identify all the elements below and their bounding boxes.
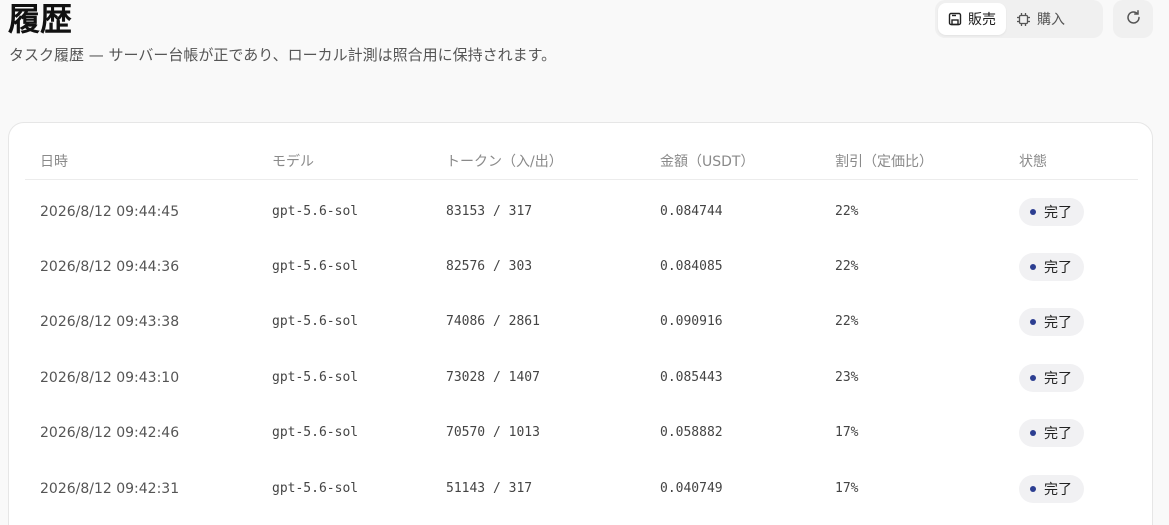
cell-status: 完了 (1019, 461, 1084, 516)
status-label: 完了 (1044, 370, 1072, 387)
cell-status: 完了 (1019, 350, 1084, 405)
cell-model: gpt-5.6-sol (272, 314, 359, 329)
status-dot (1030, 263, 1036, 270)
page-title: 履歴 (8, 0, 73, 38)
mode-toggle: 販売 購入 (935, 0, 1103, 38)
cell-discount: 22% (835, 314, 859, 329)
table-row[interactable]: 2026/8/12 09:42:46 gpt-5.6-sol 70570 / 1… (9, 405, 1154, 460)
cell-amount: 0.040749 (660, 481, 723, 496)
cell-status: 完了 (1019, 184, 1084, 239)
table-row[interactable]: 2026/8/12 09:43:10 gpt-5.6-sol 73028 / 1… (9, 350, 1154, 405)
header-date: 日時 (40, 154, 68, 170)
status-dot (1030, 374, 1036, 381)
cell-model: gpt-5.6-sol (272, 425, 359, 440)
header-discount: 割引（定価比） (835, 154, 933, 170)
cell-tokens: 82576 / 303 (446, 259, 533, 274)
cell-discount: 22% (835, 259, 859, 274)
sell-tab-label: 販売 (968, 12, 996, 28)
status-dot (1030, 429, 1036, 436)
cell-date: 2026/8/12 09:44:45 (40, 203, 180, 220)
save-icon (948, 12, 962, 26)
cell-discount: 17% (835, 425, 859, 440)
sell-tab[interactable]: 販売 (938, 3, 1006, 35)
status-label: 完了 (1044, 425, 1072, 442)
status-label: 完了 (1044, 314, 1072, 331)
status-badge: 完了 (1019, 307, 1084, 336)
cell-status: 完了 (1019, 405, 1084, 460)
status-badge: 完了 (1019, 197, 1084, 226)
history-table: 日時 モデル トークン（入/出） 金額（USDT） 割引（定価比） 状態 202… (8, 122, 1153, 525)
cell-amount: 0.084085 (660, 259, 723, 274)
cell-tokens: 51143 / 317 (446, 481, 533, 496)
cell-amount: 0.084744 (660, 204, 723, 219)
status-badge: 完了 (1019, 252, 1084, 281)
header-tokens: トークン（入/出） (446, 154, 563, 170)
cell-tokens: 83153 / 317 (446, 204, 533, 219)
cell-status: 完了 (1019, 294, 1084, 349)
page-subtitle: タスク履歴 — サーバー台帳が正であり、ローカル計測は照合用に保持されます。 (9, 46, 557, 64)
history-page: 履歴 タスク履歴 — サーバー台帳が正であり、ローカル計測は照合用に保持されます… (0, 0, 1169, 525)
header-status: 状態 (1019, 154, 1047, 170)
chip-icon (1016, 12, 1031, 27)
status-badge: 完了 (1019, 418, 1084, 447)
status-badge: 完了 (1019, 363, 1084, 392)
cell-model: gpt-5.6-sol (272, 204, 359, 219)
table-row[interactable]: 2026/8/12 09:44:45 gpt-5.6-sol 83153 / 3… (9, 184, 1154, 239)
table-row[interactable]: 2026/8/12 09:42:31 gpt-5.6-sol 51143 / 3… (9, 461, 1154, 516)
cell-amount: 0.085443 (660, 370, 723, 385)
cell-discount: 17% (835, 481, 859, 496)
cell-model: gpt-5.6-sol (272, 481, 359, 496)
status-label: 完了 (1044, 204, 1072, 221)
header-model: モデル (272, 154, 314, 170)
refresh-button[interactable] (1113, 0, 1153, 38)
status-dot (1030, 318, 1036, 325)
buy-tab[interactable]: 購入 (1006, 3, 1075, 35)
cell-model: gpt-5.6-sol (272, 259, 359, 274)
cell-amount: 0.058882 (660, 425, 723, 440)
cell-date: 2026/8/12 09:42:46 (40, 424, 180, 441)
status-label: 完了 (1044, 481, 1072, 498)
cell-date: 2026/8/12 09:42:31 (40, 480, 180, 497)
status-label: 完了 (1044, 259, 1072, 276)
cell-date: 2026/8/12 09:43:38 (40, 313, 180, 330)
table-row[interactable]: 2026/8/12 09:44:36 gpt-5.6-sol 82576 / 3… (9, 239, 1154, 294)
header-amount: 金額（USDT） (660, 154, 755, 170)
refresh-icon (1125, 9, 1142, 30)
cell-status: 完了 (1019, 239, 1084, 294)
cell-date: 2026/8/12 09:44:36 (40, 258, 180, 275)
status-badge: 完了 (1019, 474, 1084, 503)
cell-tokens: 74086 / 2861 (446, 314, 540, 329)
status-dot (1030, 485, 1036, 492)
cell-tokens: 73028 / 1407 (446, 370, 540, 385)
table-row[interactable]: 2026/8/12 09:43:38 gpt-5.6-sol 74086 / 2… (9, 294, 1154, 349)
cell-amount: 0.090916 (660, 314, 723, 329)
table-header: 日時 モデル トークン（入/出） 金額（USDT） 割引（定価比） 状態 (25, 123, 1138, 180)
cell-model: gpt-5.6-sol (272, 370, 359, 385)
cell-discount: 22% (835, 204, 859, 219)
buy-tab-label: 購入 (1037, 12, 1065, 28)
cell-discount: 23% (835, 370, 859, 385)
status-dot (1030, 208, 1036, 215)
cell-tokens: 70570 / 1013 (446, 425, 540, 440)
cell-date: 2026/8/12 09:43:10 (40, 369, 180, 386)
